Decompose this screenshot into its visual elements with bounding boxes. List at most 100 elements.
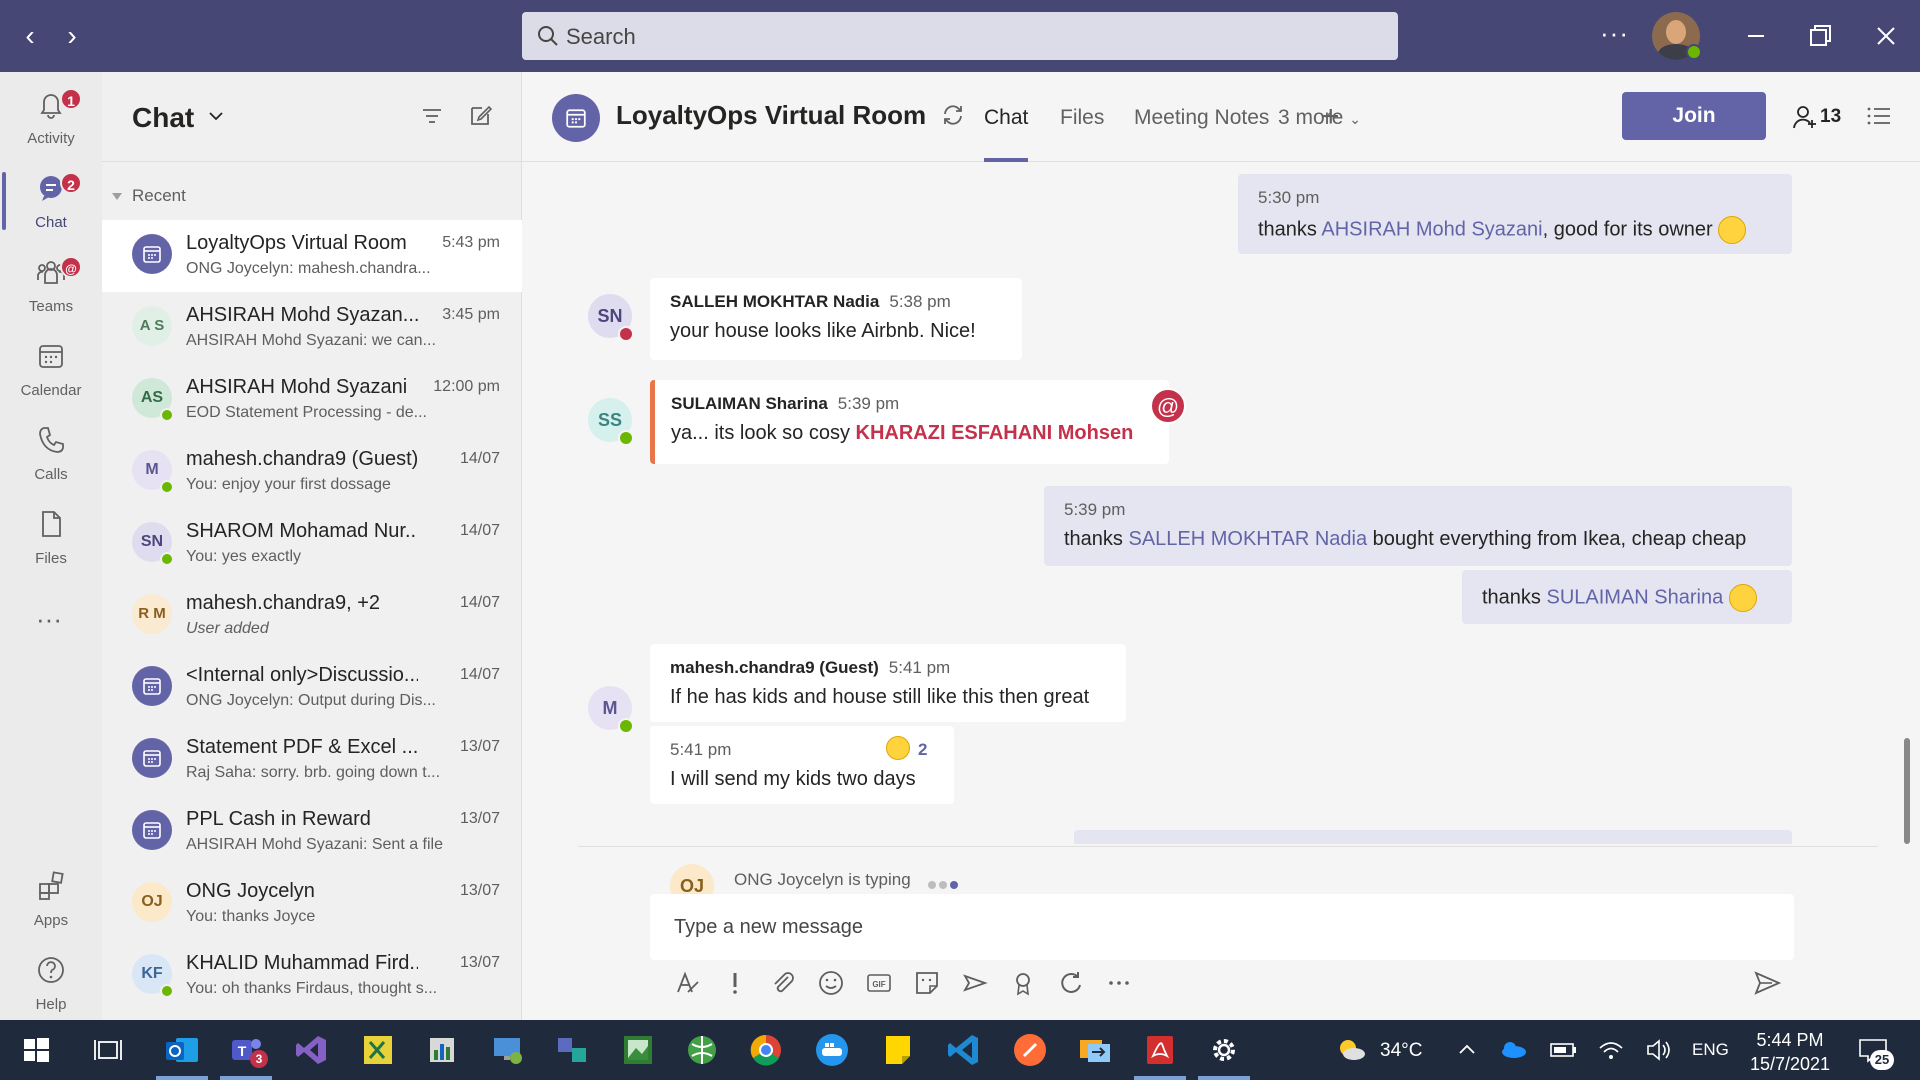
own-message[interactable]: thanks SULAIMAN Sharina <box>1462 570 1792 624</box>
laugh-reaction-icon[interactable] <box>886 736 910 760</box>
tab-chat[interactable]: Chat <box>984 106 1028 130</box>
details-list-icon[interactable] <box>1866 104 1892 128</box>
file-transfer-icon[interactable] <box>1074 1030 1114 1070</box>
clock[interactable]: 5:44 PM 15/7/2021 <box>1740 1028 1840 1076</box>
chat-list-item[interactable]: Statement PDF & Excel ... 13/07 Raj Saha… <box>102 724 522 796</box>
chat-list-item[interactable]: A S AHSIRAH Mohd Syazan... 3:45 pm AHSIR… <box>102 292 522 364</box>
send-icon[interactable] <box>1752 968 1782 998</box>
clock-date: 15/7/2021 <box>1749 1054 1831 1074</box>
docker-icon[interactable] <box>812 1030 852 1070</box>
own-message[interactable] <box>1074 830 1792 844</box>
praise-icon[interactable] <box>1008 968 1038 998</box>
task-view-icon[interactable] <box>88 1030 128 1070</box>
minimize-icon[interactable] <box>1738 18 1774 54</box>
tab-more[interactable]: 3 more ⌄ <box>1278 106 1361 130</box>
new-chat-icon[interactable] <box>468 102 494 128</box>
rail-activity[interactable]: 1 Activity <box>0 80 102 160</box>
battery-icon[interactable] <box>1548 1030 1578 1070</box>
onedrive-cloud-icon[interactable] <box>1496 1030 1530 1070</box>
input-language[interactable]: ENG <box>1692 1040 1729 1060</box>
join-button[interactable]: Join <box>1622 92 1766 140</box>
participant-count[interactable]: 13 <box>1820 106 1841 128</box>
important-icon[interactable] <box>720 968 750 998</box>
wifi-icon[interactable] <box>1596 1030 1626 1070</box>
emoji-icon[interactable] <box>816 968 846 998</box>
excel-sheet-icon[interactable] <box>358 1030 398 1070</box>
add-tab-icon[interactable]: + <box>1322 100 1340 134</box>
rail-teams[interactable]: @ Teams <box>0 248 102 328</box>
back-arrow-icon[interactable]: ‹ <box>16 20 44 52</box>
visual-studio-icon[interactable] <box>292 1030 332 1070</box>
scrollbar[interactable] <box>1904 738 1910 844</box>
message[interactable]: 5:41 pm I will send my kids two days 2 <box>650 726 954 804</box>
chat-list-item[interactable]: M mahesh.chandra9 (Guest) 14/07 You: enj… <box>102 436 522 508</box>
calendar-icon <box>566 109 586 128</box>
chevron-down-icon[interactable] <box>206 106 226 126</box>
postman-icon[interactable] <box>1010 1030 1050 1070</box>
rail-apps[interactable]: Apps <box>0 862 102 942</box>
chat-list-item[interactable]: <Internal only>Discussio... 14/07 ONG Jo… <box>102 652 522 724</box>
weather-temperature[interactable]: 34°C <box>1380 1040 1422 1062</box>
tab-meeting-notes[interactable]: Meeting Notes <box>1134 106 1269 130</box>
windows-start-icon[interactable] <box>16 1030 56 1070</box>
chevron-up-icon[interactable] <box>1454 1030 1480 1070</box>
own-message[interactable]: 5:39 pm thanks SALLEH MOKHTAR Nadia boug… <box>1044 486 1792 566</box>
weather-icon[interactable] <box>1334 1030 1368 1070</box>
network-app-icon[interactable] <box>552 1030 592 1070</box>
chat-list-item[interactable]: R M mahesh.chandra9, +2 14/07 User added <box>102 580 522 652</box>
forward-arrow-icon[interactable]: › <box>58 20 86 52</box>
rail-calendar[interactable]: Calendar <box>0 332 102 412</box>
settings-gear-icon[interactable] <box>1204 1030 1244 1070</box>
globe-app-icon[interactable] <box>682 1030 722 1070</box>
message-compose-box[interactable]: Type a new message <box>650 894 1794 960</box>
filter-icon[interactable] <box>420 104 444 128</box>
mention[interactable]: AHSIRAH Mohd Syazani <box>1321 218 1542 240</box>
chat-list-item[interactable]: PPL Cash in Reward 13/07 AHSIRAH Mohd Sy… <box>102 796 522 868</box>
image-viewer-icon[interactable] <box>618 1030 658 1070</box>
mention[interactable]: SULAIMAN Sharina <box>1546 586 1723 608</box>
volume-icon[interactable] <box>1644 1030 1674 1070</box>
message[interactable]: SULAIMAN Sharina 5:39 pm ya... its look s… <box>655 380 1169 464</box>
chrome-icon[interactable] <box>746 1030 786 1070</box>
rail-chat[interactable]: 2 Chat <box>0 164 102 244</box>
close-icon[interactable] <box>1868 18 1904 54</box>
report-app-icon[interactable] <box>422 1030 462 1070</box>
chat-list-item[interactable]: LoyaltyOps Virtual Room 5:43 pm ONG Joyc… <box>102 220 522 292</box>
message-text: thanks <box>1258 218 1322 241</box>
acrobat-icon[interactable] <box>1140 1030 1180 1070</box>
message[interactable]: SALLEH MOKHTAR Nadia 5:38 pm your house l… <box>650 278 1022 360</box>
attach-icon[interactable] <box>768 968 798 998</box>
settings-more-icon[interactable]: ··· <box>1600 18 1629 49</box>
chat-list-item[interactable]: OJ ONG Joycelyn 13/07 You: thanks Joyce <box>102 868 522 940</box>
search-placeholder: Search <box>566 24 636 49</box>
search-input[interactable]: Search <box>522 12 1398 60</box>
chat-list-item[interactable]: KF KHALID Muhammad Fird... 13/07 You: oh… <box>102 940 522 1012</box>
loop-icon[interactable] <box>1056 968 1086 998</box>
meet-now-icon[interactable] <box>960 968 990 998</box>
vscode-icon[interactable] <box>944 1030 984 1070</box>
more-options-icon[interactable] <box>1104 968 1134 998</box>
mention[interactable]: KHARAZI ESFAHANI Mohsen <box>856 422 1134 444</box>
mention[interactable]: SALLEH MOKHTAR Nadia <box>1128 528 1367 550</box>
chat-list-item[interactable]: AS AHSIRAH Mohd Syazani 12:00 pm EOD Sta… <box>102 364 522 436</box>
recent-section-header[interactable]: Recent <box>112 186 186 206</box>
calendar-icon <box>143 750 161 767</box>
sticky-notes-icon[interactable] <box>878 1030 918 1070</box>
chat-list-title[interactable]: Chat <box>132 102 194 134</box>
rail-calls[interactable]: Calls <box>0 416 102 496</box>
chat-preview: ONG Joycelyn: mahesh.chandra... <box>186 260 431 277</box>
more-apps-icon[interactable]: ··· <box>36 604 62 635</box>
participants-icon[interactable] <box>1792 104 1820 130</box>
restore-icon[interactable] <box>1802 18 1838 54</box>
rail-files[interactable]: Files <box>0 500 102 580</box>
own-message[interactable]: 5:30 pm thanks AHSIRAH Mohd Syazani, goo… <box>1238 174 1792 254</box>
outlook-icon[interactable] <box>162 1030 202 1070</box>
remote-desktop-icon[interactable] <box>488 1030 528 1070</box>
format-icon[interactable] <box>672 968 702 998</box>
message[interactable]: mahesh.chandra9 (Guest) 5:41 pm If he has… <box>650 644 1126 722</box>
tab-files[interactable]: Files <box>1060 106 1104 130</box>
chat-list-item[interactable]: SN SHAROM Mohamad Nur... 14/07 You: yes … <box>102 508 522 580</box>
sticker-icon[interactable] <box>912 968 942 998</box>
gif-icon[interactable]: GIF <box>864 968 894 998</box>
rail-help[interactable]: Help <box>0 946 102 1026</box>
